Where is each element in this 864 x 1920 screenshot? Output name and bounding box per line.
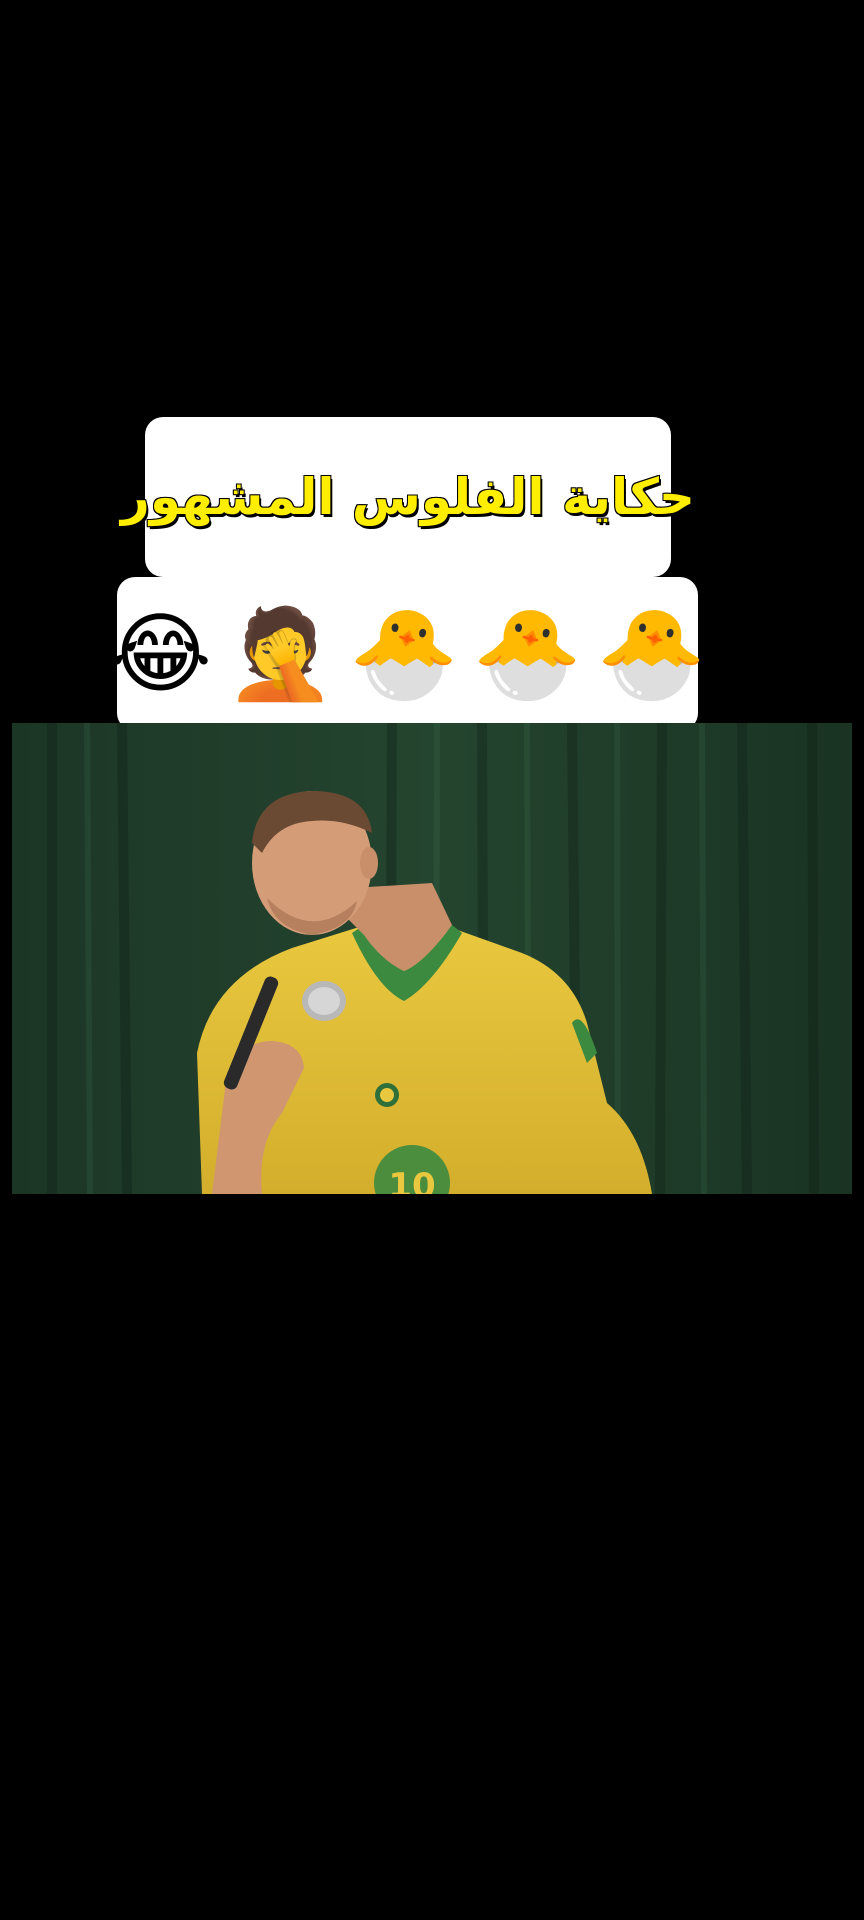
video-title-text: حكاية الفلوس المشهور [120,467,695,527]
hatching-chick-emoji: 🐣 [596,602,707,705]
title-card: حكاية الفلوس المشهور [120,417,695,577]
video-player[interactable]: 10 [12,723,852,1194]
tears-of-joy-emoji: 😂 [108,602,212,705]
jersey-number: 10 [388,1166,435,1194]
facepalm-emoji: 🤦 [225,602,336,705]
hatching-chick-emoji: 🐣 [349,602,459,705]
video-frame-image: 10 [12,723,852,1194]
hatching-chick-emoji: 🐣 [472,602,583,705]
emoji-card: 😂 🤦 🐣 🐣 🐣 [109,577,706,731]
